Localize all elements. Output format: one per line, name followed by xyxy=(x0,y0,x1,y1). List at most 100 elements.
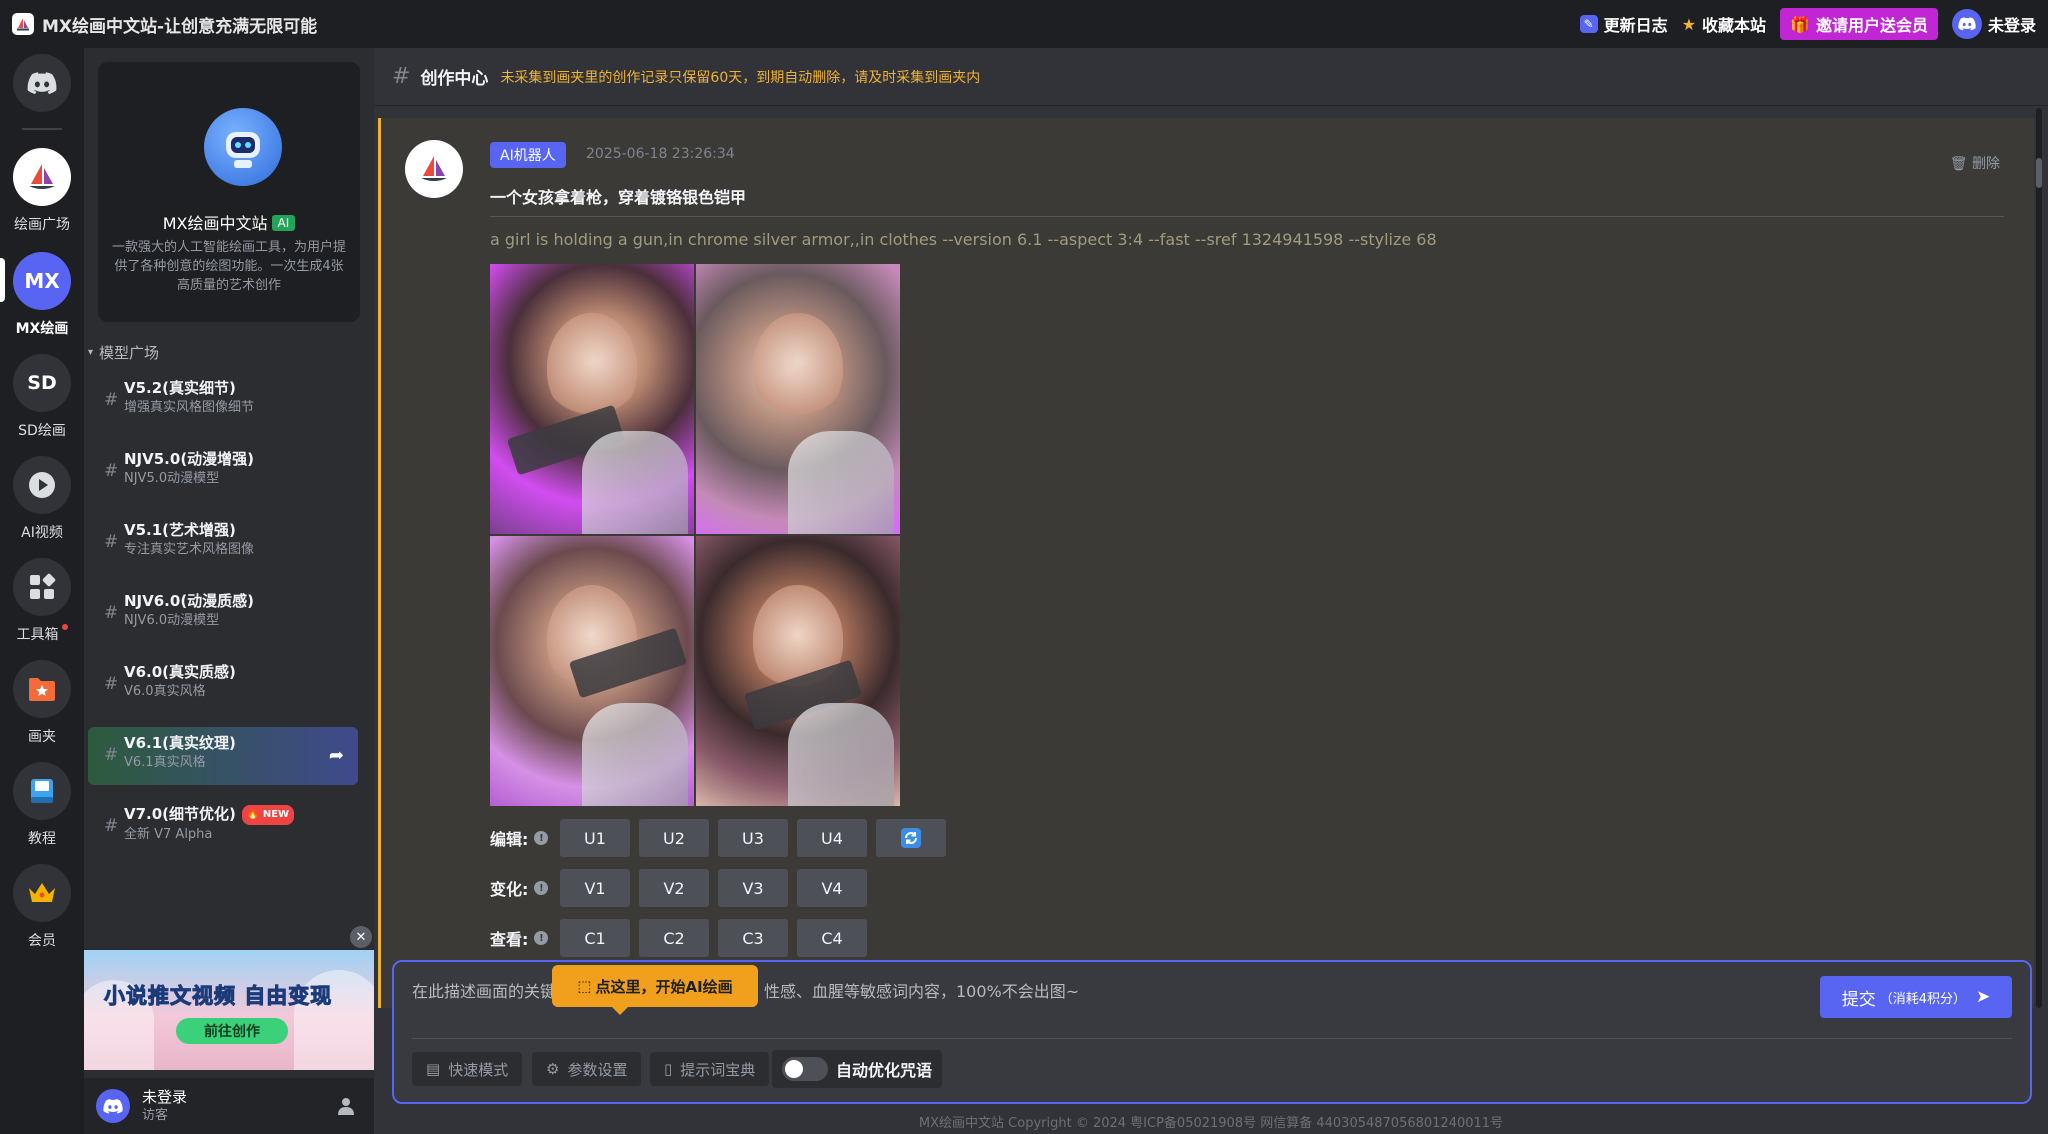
changelog-link[interactable]: ✎ 更新日志 xyxy=(1579,12,1668,36)
rail-label-tutorial: 教程 xyxy=(28,831,56,847)
mode-icon: ▤ xyxy=(426,1060,441,1078)
model-section-label: 模型广场 xyxy=(99,344,160,362)
rail-item-gallery[interactable]: 绘画广场 xyxy=(0,148,84,234)
rail-discord[interactable] xyxy=(0,54,84,112)
c3-button[interactable]: C3 xyxy=(718,919,788,957)
u1-button[interactable]: U1 xyxy=(560,819,630,857)
model-name: NJV6.0(动漫质感) xyxy=(124,592,255,610)
app-logo xyxy=(12,13,34,35)
bookmark-label: 收藏本站 xyxy=(1702,16,1767,35)
start-drawing-tooltip[interactable]: ⬚ 点这里，开始AI绘画 xyxy=(552,965,758,1015)
model-item-v61[interactable]: # V6.1(真实纹理) V6.1真实风格 ➦ xyxy=(88,727,358,785)
u2-button[interactable]: U2 xyxy=(639,819,709,857)
model-item-v70[interactable]: # V7.0(细节优化) 🔥 NEW 全新 V7 Alpha xyxy=(88,798,358,856)
promo-title: 小说推文视频 自由变现 xyxy=(103,984,333,1009)
image-grid[interactable] xyxy=(490,264,900,806)
u4-button[interactable]: U4 xyxy=(797,819,867,857)
model-name: V7.0(细节优化) xyxy=(124,805,236,823)
toggle-switch[interactable] xyxy=(782,1057,828,1081)
user-settings-icon[interactable] xyxy=(336,1096,356,1116)
crown-icon xyxy=(13,864,71,922)
c2-button[interactable]: C2 xyxy=(639,919,709,957)
rail-item-tutorial[interactable]: 教程 xyxy=(0,762,84,848)
model-item-v52[interactable]: # V5.2(真实细节) 增强真实风格图像细节 xyxy=(88,372,358,430)
login-link[interactable]: 未登录 xyxy=(1951,9,2036,39)
invite-button[interactable]: 🎁 邀请用户送会员 xyxy=(1780,8,1938,40)
site-name-text: MX绘画中文站 xyxy=(162,214,268,233)
rail-label-video: AI视频 xyxy=(21,525,63,541)
close-icon[interactable]: ✕ xyxy=(350,926,372,948)
user-name: 未登录 xyxy=(142,1088,188,1106)
u3-button[interactable]: U3 xyxy=(718,819,788,857)
promo-button[interactable]: 前往创作 xyxy=(176,1018,288,1044)
site-info-card: MX绘画中文站 AI 一款强大的人工智能绘画工具，为用户提供了各种创意的绘图功能。… xyxy=(98,62,360,322)
site-description: 一款强大的人工智能绘画工具，为用户提供了各种创意的绘图功能。一次生成4张高质量的… xyxy=(112,240,347,293)
help-icon[interactable]: ! xyxy=(534,881,549,895)
scrollbar-thumb[interactable] xyxy=(2036,158,2042,188)
delete-button[interactable]: 🗑 删除 xyxy=(1950,153,2000,173)
rail-item-toolbox[interactable]: 工具箱 xyxy=(0,558,84,644)
user-bar: 未登录 访客 xyxy=(84,1078,374,1134)
auto-optimize-toggle[interactable]: 自动优化咒语 xyxy=(772,1050,943,1088)
notification-dot xyxy=(61,624,68,630)
submit-label: 提交 xyxy=(1841,989,1876,1010)
model-item-v51[interactable]: # V5.1(艺术增强) 专注真实艺术风格图像 xyxy=(88,514,358,572)
bookmark-link[interactable]: ★ 收藏本站 xyxy=(1682,12,1766,36)
new-badge-text: NEW xyxy=(262,809,290,820)
model-item-njv60[interactable]: # NJV6.0(动漫质感) NJV6.0动漫模型 xyxy=(88,585,358,643)
sidebar: MX绘画中文站 AI 一款强大的人工智能绘画工具，为用户提供了各种创意的绘图功能。… xyxy=(84,48,374,1134)
edit-label: 编辑:! xyxy=(490,826,560,850)
book-icon: ▯ xyxy=(664,1060,673,1078)
rail-item-sd[interactable]: SD SD绘画 xyxy=(0,354,84,440)
sd-badge-text: SD xyxy=(27,372,57,394)
submit-button[interactable]: 提交 （消耗4积分） ➤ xyxy=(1820,976,2012,1018)
vary-row: 变化:! V1 V2 V3 V4 xyxy=(490,868,876,908)
share-icon[interactable]: ➦ xyxy=(329,745,344,766)
model-name: NJV5.0(动漫增强) xyxy=(124,450,255,468)
model-sub: V6.0真实风格 xyxy=(124,684,206,699)
model-item-njv50[interactable]: # NJV5.0(动漫增强) NJV5.0动漫模型 xyxy=(88,443,358,501)
help-icon[interactable]: ! xyxy=(534,831,549,845)
folder-star-icon xyxy=(13,660,71,718)
edit-row: 编辑:! U1 U2 U3 U4 xyxy=(490,818,955,858)
image-armor xyxy=(787,703,894,806)
quick-mode-button[interactable]: ▤ 快速模式 xyxy=(412,1052,523,1086)
rail-item-folder[interactable]: 画夹 xyxy=(0,660,84,746)
v4-button[interactable]: V4 xyxy=(797,869,867,907)
rail-item-mx[interactable]: MX MX绘画 xyxy=(0,252,84,338)
hash-icon: # xyxy=(104,816,119,836)
v1-button[interactable]: V1 xyxy=(560,869,630,907)
generated-image-2[interactable] xyxy=(696,264,900,534)
submit-cost: （消耗4积分） xyxy=(1879,991,1967,1007)
generated-image-1[interactable] xyxy=(490,264,694,534)
reroll-button[interactable] xyxy=(876,819,946,857)
title-bar: MX绘画中文站-让创意充满无限可能 ✎ 更新日志 ★ 收藏本站 🎁 邀请用户送会… xyxy=(0,0,2048,48)
params-label: 参数设置 xyxy=(567,1060,628,1079)
generated-image-4[interactable] xyxy=(696,536,900,806)
params-button[interactable]: ⚙ 参数设置 xyxy=(532,1052,642,1086)
view-row: 查看:! C1 C2 C3 C4 xyxy=(490,918,876,958)
dictionary-button[interactable]: ▯ 提示词宝典 xyxy=(650,1052,770,1086)
prompt-chinese: 一个女孩拿着枪，穿着镀铬银色铠甲 xyxy=(490,188,747,207)
generated-image-3[interactable] xyxy=(490,536,694,806)
gear-icon: ⚙ xyxy=(546,1060,560,1078)
rail-item-video[interactable]: AI视频 xyxy=(0,456,84,542)
rail-item-vip[interactable]: 会员 xyxy=(0,864,84,950)
c1-button[interactable]: C1 xyxy=(560,919,630,957)
v3-button[interactable]: V3 xyxy=(718,869,788,907)
c4-button[interactable]: C4 xyxy=(797,919,867,957)
v2-button[interactable]: V2 xyxy=(639,869,709,907)
help-icon[interactable]: ! xyxy=(534,931,549,945)
scrollbar[interactable] xyxy=(2036,108,2042,1008)
rail-separator xyxy=(22,128,62,130)
model-item-v60[interactable]: # V6.0(真实质感) V6.0真实风格 xyxy=(88,656,358,714)
model-section-header[interactable]: ▾ 模型广场 xyxy=(88,342,159,363)
promo-banner[interactable]: 小说推文视频 自由变现 前往创作 xyxy=(84,950,374,1070)
rail-label-folder: 画夹 xyxy=(28,729,56,745)
hash-icon: # xyxy=(104,390,119,410)
channel-name: 创作中心 xyxy=(420,69,489,89)
edit-icon: ✎ xyxy=(1579,15,1598,33)
message-divider xyxy=(490,216,2004,217)
robot-mascot-icon xyxy=(204,108,282,186)
sailboat-logo-icon xyxy=(13,148,71,206)
